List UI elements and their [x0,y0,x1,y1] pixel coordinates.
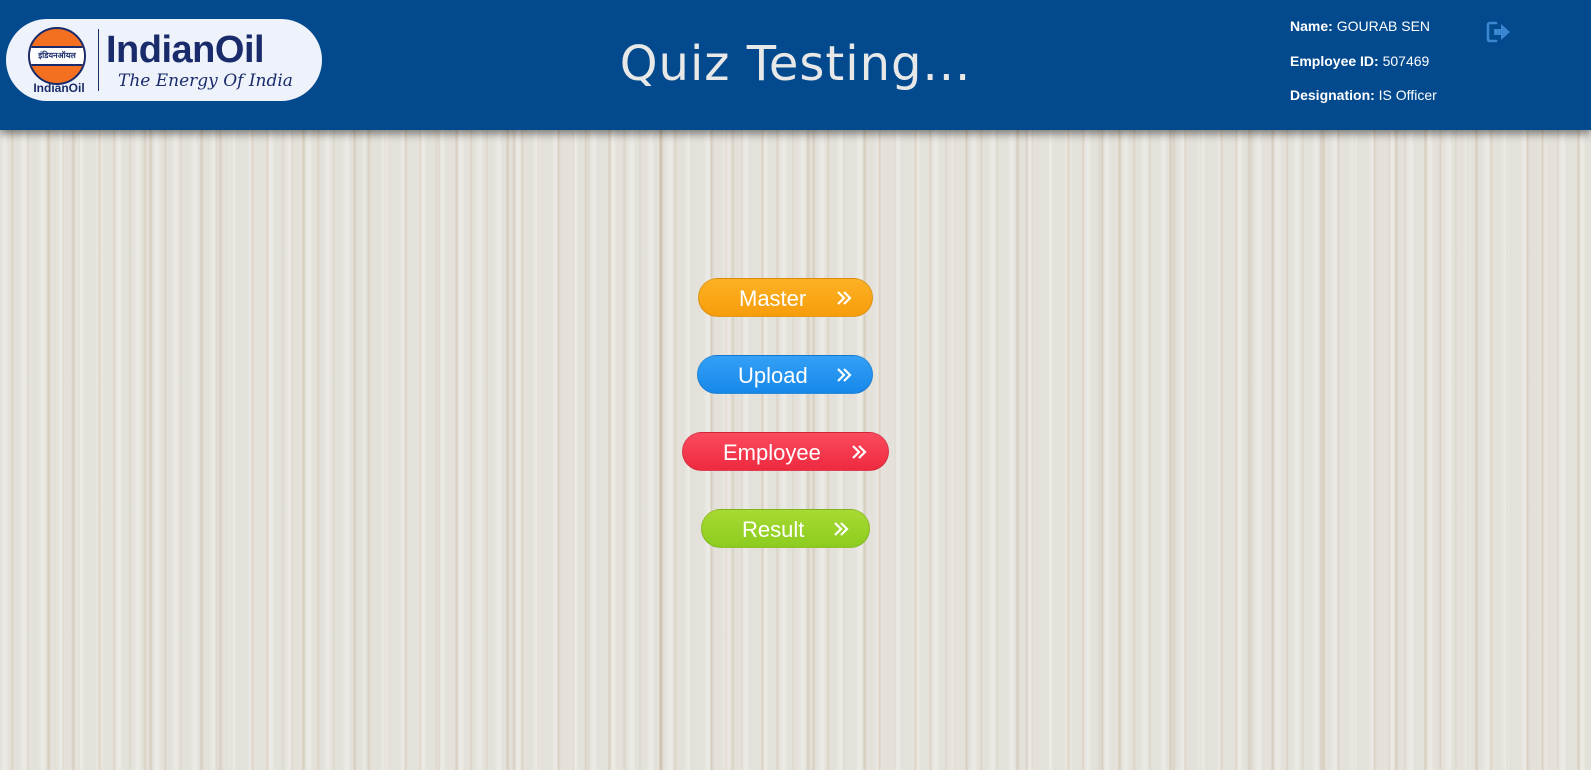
result-button[interactable]: Result [701,509,870,548]
user-info: Name: GOURAB SEN Employee ID: 507469 Des… [1290,18,1437,122]
designation-value: IS Officer [1378,87,1437,103]
double-chevron-right-icon [837,291,852,305]
user-name-label: Name: [1290,18,1333,34]
employee-button-label: Employee [723,440,821,465]
header-bar: इंडियनऑयल IndianOil IndianOil The Energy… [0,0,1591,130]
double-chevron-right-icon [834,522,849,536]
designation-row: Designation: IS Officer [1290,87,1437,122]
employee-id-value: 507469 [1382,52,1430,69]
employee-button[interactable]: Employee [682,432,889,471]
result-button-label: Result [742,517,805,542]
master-button-label: Master [739,286,807,311]
designation-label: Designation: [1290,87,1375,103]
user-name-value: GOURAB SEN [1336,18,1431,34]
master-button[interactable]: Master [698,278,873,317]
double-chevron-right-icon [837,368,852,382]
sign-out-icon[interactable] [1486,19,1512,45]
upload-button-label: Upload [738,363,808,388]
upload-button[interactable]: Upload [697,355,873,394]
employee-id-row: Employee ID: 507469 [1290,53,1437,88]
double-chevron-right-icon [852,445,867,459]
employee-id-label: Employee ID: [1290,52,1379,69]
user-name-row: Name: GOURAB SEN [1290,18,1437,53]
